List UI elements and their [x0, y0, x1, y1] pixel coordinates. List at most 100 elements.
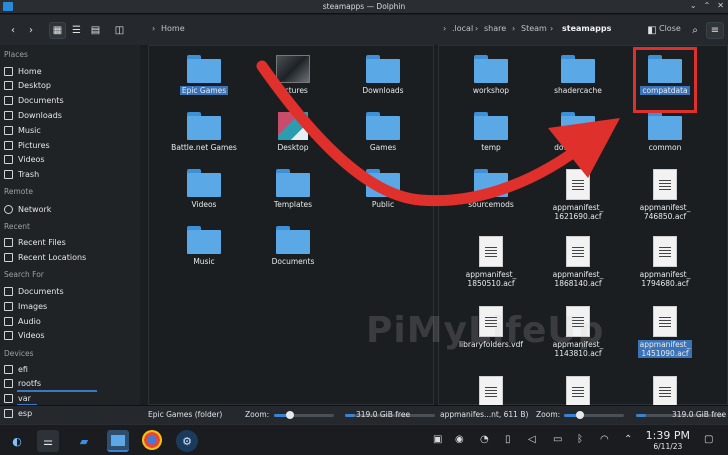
breadcrumb-left[interactable]: Home: [161, 24, 185, 33]
home-icon: [4, 66, 13, 76]
sidebar-item-rootfs[interactable]: rootfs: [4, 376, 136, 390]
item-downloading[interactable]: downloading: [538, 112, 618, 152]
zoom-slider-right[interactable]: [564, 411, 624, 419]
item-appmanifest-1794680[interactable]: appmanifest_ 1794680.acf: [625, 236, 705, 288]
dolphin-taskbar-icon[interactable]: [107, 430, 129, 452]
breadcrumb-share[interactable]: share: [484, 24, 506, 33]
sidebar-item-recent-locations[interactable]: Recent Locations: [4, 250, 136, 264]
item-documents[interactable]: Documents: [253, 226, 333, 266]
item-pictures[interactable]: Pictures: [253, 55, 333, 95]
sidebar-item-search-documents[interactable]: Documents: [4, 284, 136, 298]
desktop-icon: [4, 80, 13, 90]
item-workshop[interactable]: workshop: [451, 55, 531, 95]
back-icon[interactable]: ‹: [6, 22, 20, 39]
sidebar-item-documents[interactable]: Documents: [4, 93, 136, 107]
item-appmanifest-1850510[interactable]: appmanifest_ 1850510.acf: [451, 236, 531, 288]
sidebar-item-search-audio[interactable]: Audio: [4, 314, 136, 328]
item-appmanifest-746850[interactable]: appmanifest_ 746850.acf: [625, 169, 705, 221]
discover-store-icon[interactable]: ▰: [73, 430, 95, 452]
settings-sliders-icon[interactable]: ⚌: [37, 430, 59, 452]
item-battlenet-games[interactable]: Battle.net Games: [164, 112, 244, 152]
breadcrumb-left-chevron: ›: [152, 24, 156, 33]
clipboard-icon[interactable]: ▣: [433, 434, 442, 445]
sidebar-item-music[interactable]: Music: [4, 123, 136, 137]
updates-icon[interactable]: ◔: [480, 434, 489, 445]
item-appmanifest-1621690[interactable]: appmanifest_ 1621690.acf: [538, 169, 618, 221]
text-file-icon: [653, 376, 677, 407]
folder-icon: [187, 55, 221, 83]
left-pane[interactable]: Epic Games Pictures Downloads Battle.net…: [148, 45, 434, 405]
text-file-icon: [566, 376, 590, 407]
split-view-icon[interactable]: ◫: [111, 22, 128, 39]
maximize-icon[interactable]: ⌃: [704, 1, 711, 10]
wifi-icon[interactable]: ◠: [600, 434, 609, 445]
sidebar-item-search-images[interactable]: Images: [4, 299, 136, 313]
storage-icon[interactable]: ▯: [505, 434, 511, 445]
download-icon: [4, 110, 13, 120]
item-public[interactable]: Public: [343, 169, 423, 209]
sidebar-item-esp[interactable]: esp: [4, 406, 136, 420]
sidebar-item-recent-files[interactable]: Recent Files: [4, 235, 136, 249]
videos-icon: [4, 154, 13, 164]
minimize-icon[interactable]: ⌄: [690, 1, 697, 10]
audio-icon: [4, 316, 13, 326]
sidebar-item-search-videos[interactable]: Videos: [4, 328, 136, 342]
compact-view-icon[interactable]: ☰: [68, 22, 85, 39]
item-temp[interactable]: temp: [451, 112, 531, 152]
zoom-label-right: Zoom:: [536, 410, 561, 419]
item-file-partial[interactable]: [451, 376, 531, 407]
steamos-menu-icon[interactable]: ◐: [6, 430, 28, 452]
sidebar-item-videos[interactable]: Videos: [4, 152, 136, 166]
sidebar-item-trash[interactable]: Trash: [4, 167, 136, 181]
volume-muted-icon[interactable]: ◁: [528, 434, 536, 445]
item-sourcemods[interactable]: sourcemods: [451, 169, 531, 209]
drive-icon: [4, 393, 13, 403]
steam-tray-icon[interactable]: ◉: [455, 434, 464, 445]
item-epic-games[interactable]: Epic Games: [164, 55, 244, 95]
close-icon[interactable]: ✕: [717, 1, 724, 10]
item-appmanifest-1868140[interactable]: appmanifest_ 1868140.acf: [538, 236, 618, 288]
status-right-selection: appmanifes...nt, 611 B): [440, 410, 529, 419]
sidebar-item-pictures[interactable]: Pictures: [4, 138, 136, 152]
breadcrumb-steamapps[interactable]: steamapps: [562, 24, 611, 33]
close-split-button[interactable]: Close: [659, 24, 681, 33]
bluetooth-icon[interactable]: ᛒ: [577, 434, 583, 445]
tray-expand-icon[interactable]: ⌃: [624, 434, 632, 445]
sidebar-header-search: Search For: [4, 270, 44, 279]
hamburger-menu-icon[interactable]: ≡: [706, 22, 724, 39]
item-shadercache[interactable]: shadercache: [538, 55, 618, 95]
sidebar-item-downloads[interactable]: Downloads: [4, 108, 136, 122]
sidebar-item-var[interactable]: var: [4, 391, 136, 405]
item-file-partial[interactable]: [538, 376, 618, 407]
item-desktop[interactable]: Desktop: [253, 112, 333, 152]
item-downloads[interactable]: Downloads: [343, 55, 423, 95]
chrome-icon[interactable]: [142, 430, 162, 450]
steam-icon[interactable]: ⚙: [176, 430, 198, 452]
sidebar-item-home[interactable]: Home: [4, 64, 136, 78]
folder-icon: [561, 55, 595, 83]
close-split-icon[interactable]: ◧: [646, 22, 658, 39]
status-left-selection: Epic Games (folder): [148, 410, 223, 419]
search-icon[interactable]: ⌕: [688, 22, 702, 39]
breadcrumb-local[interactable]: .local: [452, 24, 473, 33]
breadcrumb-right-chevron: ›: [443, 24, 447, 33]
item-appmanifest-1451090[interactable]: appmanifest_ 1451090.acf: [625, 306, 705, 358]
forward-icon[interactable]: ›: [24, 22, 38, 39]
sidebar-item-network[interactable]: Network: [4, 202, 136, 216]
item-videos[interactable]: Videos: [164, 169, 244, 209]
item-templates[interactable]: Templates: [253, 169, 333, 209]
folder-icon: [474, 112, 508, 140]
show-desktop-icon[interactable]: ▢: [704, 434, 713, 445]
icons-view-icon[interactable]: ▦: [49, 22, 66, 39]
sidebar-item-desktop[interactable]: Desktop: [4, 78, 136, 92]
item-common[interactable]: common: [625, 112, 705, 152]
zoom-slider-left[interactable]: [274, 411, 334, 419]
clock[interactable]: 1:39 PM 6/11/23: [646, 430, 690, 452]
item-games[interactable]: Games: [343, 112, 423, 152]
details-view-icon[interactable]: ▤: [87, 22, 104, 39]
device-icon[interactable]: ▭: [553, 434, 562, 445]
item-music[interactable]: Music: [164, 226, 244, 266]
breadcrumb-steam[interactable]: Steam: [521, 24, 547, 33]
item-file-partial[interactable]: [625, 376, 705, 407]
sidebar-item-efi[interactable]: efi: [4, 362, 136, 376]
